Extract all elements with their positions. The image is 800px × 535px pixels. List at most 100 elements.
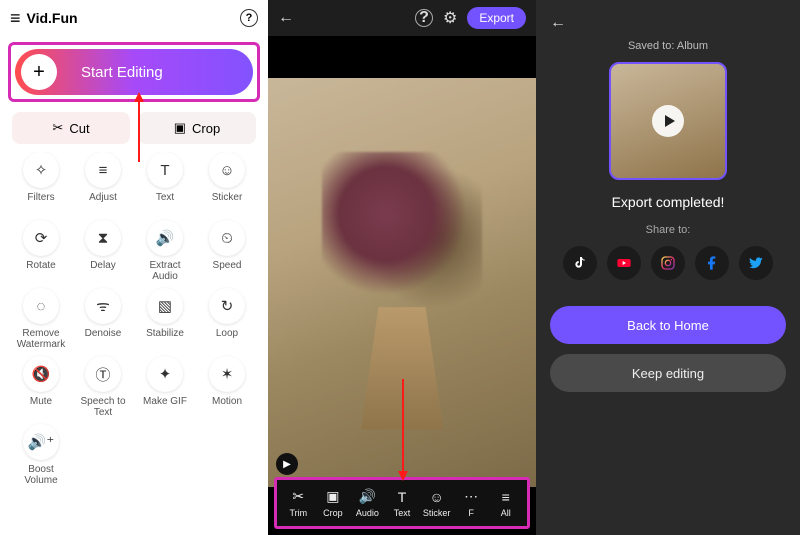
toolbar-label: Text <box>394 508 411 518</box>
keep-editing-button[interactable]: Keep editing <box>550 354 786 392</box>
remove-watermark-icon: ◌ <box>23 288 59 324</box>
extract-audio-icon: 🔊 <box>147 220 183 256</box>
speech-to-text-icon: Ⓣ <box>85 356 121 392</box>
crop-button[interactable]: ▣ Crop <box>138 112 256 144</box>
plus-icon: + <box>21 54 57 90</box>
share-tiktok[interactable] <box>563 246 597 280</box>
export-button[interactable]: Export <box>467 7 526 29</box>
toolbar-filter[interactable]: ⋯F <box>454 488 489 518</box>
start-editing-button[interactable]: + Start Editing <box>15 49 253 95</box>
settings-icon[interactable]: ⚙ <box>443 8 457 28</box>
crop-icon: ▣ <box>326 488 339 505</box>
editor-panel: ← ? ⚙ Export ▶ ✂Trim▣Crop 🔊 Audio T Text ☺Sti… <box>268 0 536 535</box>
tool-adjust[interactable]: ≡ Adjust <box>72 152 134 218</box>
tool-label: Stabilize <box>146 328 184 339</box>
rotate-icon: ⟳ <box>23 220 59 256</box>
tool-rotate[interactable]: ⟳Rotate <box>10 220 72 286</box>
tool-sticker[interactable]: ☺ Sticker <box>196 152 258 218</box>
all-icon: ≡ <box>502 489 510 505</box>
tool-motion[interactable]: ✶Motion <box>196 356 258 422</box>
home-topbar: ≡ Vid.Fun ? <box>0 0 268 36</box>
tool-speed[interactable]: ⏲ Speed <box>196 220 258 286</box>
toolbar-text[interactable]: T Text <box>385 489 420 518</box>
tool-label: Speed <box>213 260 242 271</box>
back-to-home-button[interactable]: Back to Home <box>550 306 786 344</box>
annotation-arrow-down <box>402 379 404 473</box>
toolbar-all[interactable]: ≡ All <box>488 489 523 518</box>
tool-text[interactable]: T Text <box>134 152 196 218</box>
filter-icon: ⋯ <box>464 488 478 505</box>
motion-icon: ✶ <box>209 356 245 392</box>
toolbar-crop[interactable]: ▣Crop <box>316 488 351 518</box>
app-title: Vid.Fun <box>27 10 240 26</box>
text-icon: T <box>398 489 407 505</box>
social-row <box>550 246 786 280</box>
back-icon[interactable]: ← <box>550 14 566 32</box>
crop-label: Crop <box>192 121 220 136</box>
play-icon[interactable] <box>652 105 684 137</box>
adjust-icon: ≡ <box>85 152 121 188</box>
tool-speech-to-text[interactable]: Ⓣ Speech to Text <box>72 356 134 422</box>
share-facebook[interactable] <box>695 246 729 280</box>
denoise-icon: ᯤ <box>85 288 121 324</box>
stabilize-icon: ▧ <box>147 288 183 324</box>
back-icon[interactable]: ← <box>278 9 294 27</box>
export-completed-label: Export completed! <box>550 194 786 210</box>
tool-label: Text <box>156 192 174 203</box>
share-instagram[interactable] <box>651 246 685 280</box>
tool-label: Adjust <box>89 192 117 203</box>
tool-label: Loop <box>216 328 238 339</box>
tool-label: Sticker <box>212 192 243 203</box>
sticker-icon: ☺ <box>209 152 245 188</box>
tool-label: Make GIF <box>143 396 187 407</box>
toolbar-audio[interactable]: 🔊 Audio <box>350 488 385 518</box>
tool-label: Filters <box>27 192 54 203</box>
tool-boost-volume[interactable]: 🔊⁺Boost Volume <box>10 424 72 490</box>
tool-filters[interactable]: ✧ Filters <box>10 152 72 218</box>
tool-stabilize[interactable]: ▧ Stabilize <box>134 288 196 354</box>
cut-label: Cut <box>69 121 89 136</box>
tool-label: Remove Watermark <box>12 328 70 350</box>
tool-label: Mute <box>30 396 52 407</box>
scissors-icon: ✂ <box>52 120 63 136</box>
tool-mute[interactable]: 🔇 Mute <box>10 356 72 422</box>
share-youtube[interactable] <box>607 246 641 280</box>
play-button[interactable]: ▶ <box>276 453 298 475</box>
text-icon: T <box>147 152 183 188</box>
tool-delay[interactable]: ⧗Delay <box>72 220 134 286</box>
share-twitter[interactable] <box>739 246 773 280</box>
help-icon[interactable]: ? <box>415 9 433 27</box>
cut-button[interactable]: ✂ Cut <box>12 112 130 144</box>
tool-label: Speech to Text <box>74 396 132 418</box>
toolbar-sticker[interactable]: ☺Sticker <box>419 489 454 518</box>
tool-make-gif[interactable]: ✦ Make GIF <box>134 356 196 422</box>
loop-icon: ↻ <box>209 288 245 324</box>
tool-label: Denoise <box>85 328 122 339</box>
sticker-icon: ☺ <box>429 489 443 505</box>
export-thumbnail[interactable] <box>609 62 727 180</box>
make-gif-icon: ✦ <box>147 356 183 392</box>
tool-grid: ✧ Filters ≡ Adjust T Text ☺ Sticker ⟳Rotate⧗Dela… <box>0 152 268 535</box>
tool-label: Boost Volume <box>12 464 70 486</box>
saved-to-label: Saved to: Album <box>550 40 786 52</box>
delay-icon: ⧗ <box>85 220 121 256</box>
home-panel: ≡ Vid.Fun ? + Start Editing ✂ Cut ▣ Crop… <box>0 0 268 535</box>
tool-remove-watermark[interactable]: ◌ Remove Watermark <box>10 288 72 354</box>
toolbar-label: Audio <box>356 508 379 518</box>
audio-icon: 🔊 <box>359 488 376 505</box>
tool-denoise[interactable]: ᯤ Denoise <box>72 288 134 354</box>
export-topbar: ← <box>550 10 786 36</box>
toolbar-label: All <box>501 508 511 518</box>
help-icon[interactable]: ? <box>240 9 258 27</box>
filters-icon: ✧ <box>23 152 59 188</box>
tool-loop[interactable]: ↻ Loop <box>196 288 258 354</box>
cut-crop-row: ✂ Cut ▣ Crop <box>0 112 268 152</box>
tool-extract-audio[interactable]: 🔊 Extract Audio <box>134 220 196 286</box>
toolbar-label: Trim <box>289 508 307 518</box>
start-label: Start Editing <box>81 64 163 81</box>
toolbar-trim[interactable]: ✂Trim <box>281 488 316 518</box>
mute-icon: 🔇 <box>23 356 59 392</box>
menu-icon[interactable]: ≡ <box>10 8 21 29</box>
tool-label: Extract Audio <box>136 260 194 282</box>
speed-icon: ⏲ <box>209 220 245 256</box>
